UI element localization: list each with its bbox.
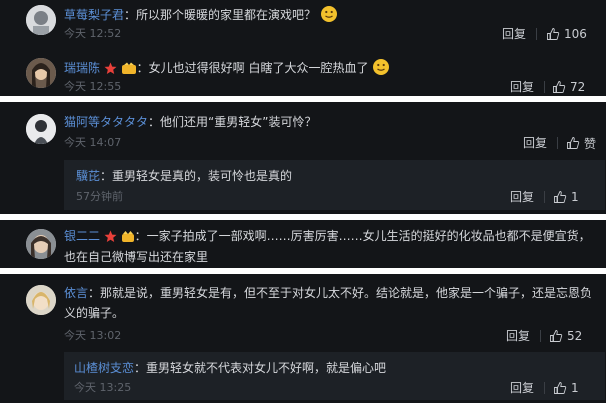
- divider: [540, 330, 541, 342]
- divider: [544, 191, 545, 203]
- username[interactable]: 草莓梨子君: [64, 8, 124, 22]
- username[interactable]: 驥芘: [76, 169, 100, 183]
- like-count: 72: [570, 80, 586, 94]
- avatar[interactable]: [26, 5, 56, 35]
- thumbs-up-icon: [550, 330, 563, 342]
- reply-button[interactable]: 回复: [510, 190, 534, 204]
- comment-panel-3: 银二二 ：一家子拍成了一部戏啊……厉害厉害……女儿生活的挺好的化妆品也都不是便宜…: [0, 220, 606, 268]
- avatar[interactable]: [26, 285, 56, 315]
- comment-text: 依言：那就是说，重男轻女是有，但不至于对女儿太不好。结论就是，他家是一个骗子，还…: [64, 286, 593, 300]
- divider: [544, 81, 545, 93]
- avatar[interactable]: [26, 229, 56, 259]
- reply-button[interactable]: 回复: [502, 27, 526, 41]
- like-button[interactable]: 106: [546, 27, 587, 41]
- thumbs-up-icon: [554, 382, 567, 394]
- comment-panel-4: 依言：那就是说，重男轻女是有，但不至于对女儿太不好。结论就是，他家是一个骗子，还…: [0, 274, 606, 403]
- reply-button[interactable]: 回复: [506, 329, 530, 343]
- star-badge-icon: [104, 230, 117, 247]
- comment-time: 今天 12:52: [64, 27, 122, 40]
- avatar[interactable]: [26, 58, 56, 88]
- avatar[interactable]: [26, 114, 56, 144]
- reply-time: 57分钟前: [76, 190, 123, 203]
- comment-panel-2: 猫阿等タタタタ：他们还用“重男轻女”装可怜？ 今天 14:07 回复 赞 驥芘：…: [0, 102, 606, 214]
- comment-panel-1: 草莓梨子君：所以那个暖暖的家里都在演戏吧？ 今天 12:52 回复 106 瑞瑞…: [0, 0, 606, 96]
- vip-badge-icon: [121, 62, 137, 79]
- smiley-emoji-icon: [320, 5, 338, 23]
- username[interactable]: 瑞瑞陈: [64, 61, 100, 75]
- comment-text: 草莓梨子君：所以那个暖暖的家里都在演戏吧？: [64, 5, 338, 23]
- comment-text: 银二二 ：一家子拍成了一部戏啊……厉害厉害……女儿生活的挺好的化妆品也都不是便宜…: [64, 228, 591, 247]
- username[interactable]: 山楂树支恋: [74, 361, 134, 375]
- like-count: 1: [571, 190, 579, 204]
- like-button[interactable]: 赞: [566, 136, 597, 151]
- divider: [544, 382, 545, 394]
- divider: [557, 137, 558, 149]
- crown-badge-icon: [121, 230, 135, 247]
- thumbs-up-icon: [553, 81, 566, 93]
- thumbs-up-icon: [547, 28, 560, 40]
- like-count: 赞: [584, 136, 597, 151]
- comment-time: 今天 14:07: [64, 136, 122, 149]
- smiley-emoji-icon: [372, 58, 390, 76]
- like-button[interactable]: 1: [553, 381, 579, 395]
- like-count: 106: [564, 27, 587, 41]
- comment-time: 今天 12:55: [64, 80, 122, 93]
- reply-time: 今天 13:25: [74, 381, 132, 394]
- username[interactable]: 猫阿等タタタタ: [64, 115, 148, 129]
- star-badge-icon: [104, 62, 117, 79]
- divider: [536, 28, 537, 40]
- comment-time: 今天 13:02: [64, 329, 122, 342]
- comment-text-line2: 义的骗子。: [64, 306, 125, 320]
- like-count: 1: [571, 381, 579, 395]
- comment-text-line2: 也在自己微博写出还在家里: [64, 250, 209, 264]
- thumbs-up-icon: [567, 137, 580, 149]
- comment-text: 瑞瑞陈 ：女儿也过得很好啊 白瞎了大众一腔热血了: [64, 58, 390, 79]
- username[interactable]: 银二二: [64, 229, 100, 243]
- like-count: 52: [567, 329, 583, 343]
- thumbs-up-icon: [554, 191, 567, 203]
- username[interactable]: 依言: [64, 286, 88, 300]
- like-button[interactable]: 1: [553, 190, 579, 204]
- reply-text: 山楂树支恋：重男轻女就不代表对女儿不好啊，就是偏心吧: [74, 361, 387, 375]
- reply-text: 驥芘：重男轻女是真的，装可怜也是真的: [76, 169, 293, 183]
- like-button[interactable]: 52: [549, 329, 582, 343]
- reply-button[interactable]: 回复: [523, 136, 547, 150]
- like-button[interactable]: 72: [552, 80, 585, 94]
- comment-text: 猫阿等タタタタ：他们还用“重男轻女”装可怜？: [64, 115, 317, 129]
- reply-button[interactable]: 回复: [510, 381, 534, 395]
- reply-button[interactable]: 回复: [510, 80, 534, 94]
